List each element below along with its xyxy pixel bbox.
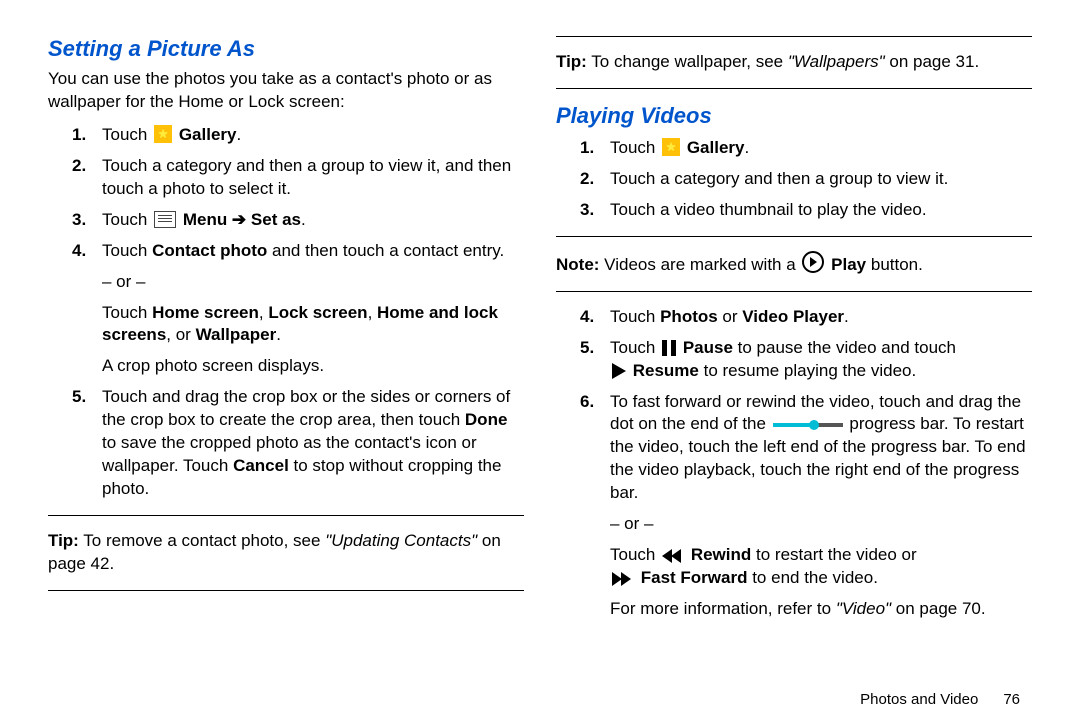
step-5-right: Touch Pause to pause the video and touch… (556, 337, 1032, 383)
step-text: . (301, 210, 306, 229)
step-text: , (259, 303, 268, 322)
note-text: button. (866, 255, 923, 274)
home-screen-label: Home screen (152, 303, 259, 322)
step-2-left: Touch a category and then a group to vie… (48, 155, 524, 201)
step-6-right: To fast forward or rewind the video, tou… (556, 391, 1032, 591)
video-ref-label: "Video" (836, 599, 891, 618)
rule (48, 590, 524, 591)
note-text: Videos are marked with a (599, 255, 800, 274)
rewind-icon (662, 549, 684, 563)
cancel-label: Cancel (233, 456, 289, 475)
note-label: Note: (556, 255, 599, 274)
left-column: Setting a Picture As You can use the pho… (44, 36, 540, 708)
resume-label: Resume (633, 361, 699, 380)
lock-screen-label: Lock screen (268, 303, 367, 322)
wallpaper-label: Wallpaper (196, 325, 277, 344)
steps-right-a: Touch Gallery. Touch a category and then… (556, 137, 1032, 222)
rewind-label: Rewind (691, 545, 751, 564)
step-text: to end the video. (747, 568, 877, 587)
video-ref: For more information, refer to "Video" o… (556, 598, 1032, 621)
section-heading-left: Setting a Picture As (48, 36, 524, 62)
footer-page-number: 76 (1003, 691, 1020, 708)
section-intro-left: You can use the photos you take as a con… (48, 68, 524, 114)
manual-page: Setting a Picture As You can use the pho… (0, 0, 1080, 720)
rule (556, 88, 1032, 89)
step-text: and then touch a contact entry. (267, 241, 504, 260)
tip-left: Tip: To remove a contact photo, see "Upd… (48, 530, 524, 576)
or-divider: – or – (610, 513, 1032, 536)
rule (556, 36, 1032, 37)
progress-bar-icon (773, 423, 843, 427)
step-text: or (718, 307, 743, 326)
rule (556, 291, 1032, 292)
step-5-left: Touch and drag the crop box or the sides… (48, 386, 524, 501)
step-text: , or (166, 325, 195, 344)
step-text: to resume playing the video. (699, 361, 916, 380)
step-4-left: Touch Contact photo and then touch a con… (48, 240, 524, 379)
menu-label: Menu ➔ Set as (183, 210, 301, 229)
step-text: Touch (610, 138, 660, 157)
step-text: Touch (610, 338, 660, 357)
step-text: to pause the video and touch (733, 338, 956, 357)
tip-text: To remove a contact photo, see (79, 531, 325, 550)
tip-label: Tip: (556, 52, 587, 71)
step-3-left: Touch Menu ➔ Set as. (48, 209, 524, 232)
ref-text: For more information, refer to (610, 599, 836, 618)
contact-photo-label: Contact photo (152, 241, 267, 260)
right-column: Tip: To change wallpaper, see "Wallpaper… (540, 36, 1036, 708)
step-text: . (236, 125, 241, 144)
step-text: . (744, 138, 749, 157)
step-text: to restart the video or (751, 545, 916, 564)
step-3-right: Touch a video thumbnail to play the vide… (556, 199, 1032, 222)
step-1-right: Touch Gallery. (556, 137, 1032, 160)
step-text: , (368, 303, 377, 322)
note-right: Note: Videos are marked with a Play butt… (556, 251, 1032, 277)
step-text: Touch (102, 125, 152, 144)
photos-label: Photos (660, 307, 718, 326)
gallery-icon (662, 138, 680, 156)
footer-section: Photos and Video (860, 691, 978, 708)
play-label: Play (831, 255, 866, 274)
section-heading-right: Playing Videos (556, 103, 1032, 129)
video-player-label: Video Player (742, 307, 844, 326)
step-text: Touch (102, 210, 152, 229)
step-text: . (844, 307, 849, 326)
steps-left: Touch Gallery. Touch a category and then… (48, 124, 524, 501)
steps-right-b: Touch Photos or Video Player. Touch Paus… (556, 306, 1032, 590)
gallery-icon (154, 125, 172, 143)
step-2-right: Touch a category and then a group to vie… (556, 168, 1032, 191)
tip-text: To change wallpaper, see (587, 52, 788, 71)
play-triangle-icon (612, 363, 626, 379)
step-4-alt: Touch Home screen, Lock screen, Home and… (102, 302, 524, 348)
play-circle-icon (802, 251, 824, 273)
updating-contacts-ref: "Updating Contacts" (325, 531, 477, 550)
step-text: Touch and drag the crop box or the sides… (102, 387, 510, 429)
step-1-left: Touch Gallery. (48, 124, 524, 147)
step-text: Touch (102, 241, 152, 260)
step-4-right: Touch Photos or Video Player. (556, 306, 1032, 329)
menu-icon (154, 211, 176, 228)
ref-text: on page 70. (891, 599, 986, 618)
rule (48, 515, 524, 516)
step-text: . (276, 325, 281, 344)
tip-text: on page 31. (885, 52, 980, 71)
wallpapers-ref: "Wallpapers" (788, 52, 885, 71)
tip-label: Tip: (48, 531, 79, 550)
pause-label: Pause (683, 338, 733, 357)
page-footer: Photos and Video 76 (860, 691, 1020, 708)
or-divider: – or – (102, 271, 524, 294)
pause-icon (662, 340, 676, 356)
rule (556, 236, 1032, 237)
step-text: Touch (610, 545, 660, 564)
fast-forward-icon (612, 572, 634, 586)
fast-forward-label: Fast Forward (641, 568, 748, 587)
gallery-label: Gallery (687, 138, 745, 157)
step-text: Touch (610, 307, 660, 326)
tip-right-top: Tip: To change wallpaper, see "Wallpaper… (556, 51, 1032, 74)
crop-note: A crop photo screen displays. (102, 355, 524, 378)
step-text: Touch (102, 303, 152, 322)
done-label: Done (465, 410, 508, 429)
gallery-label: Gallery (179, 125, 237, 144)
step-6-alt: Touch Rewind to restart the video or Fas… (610, 544, 1032, 590)
